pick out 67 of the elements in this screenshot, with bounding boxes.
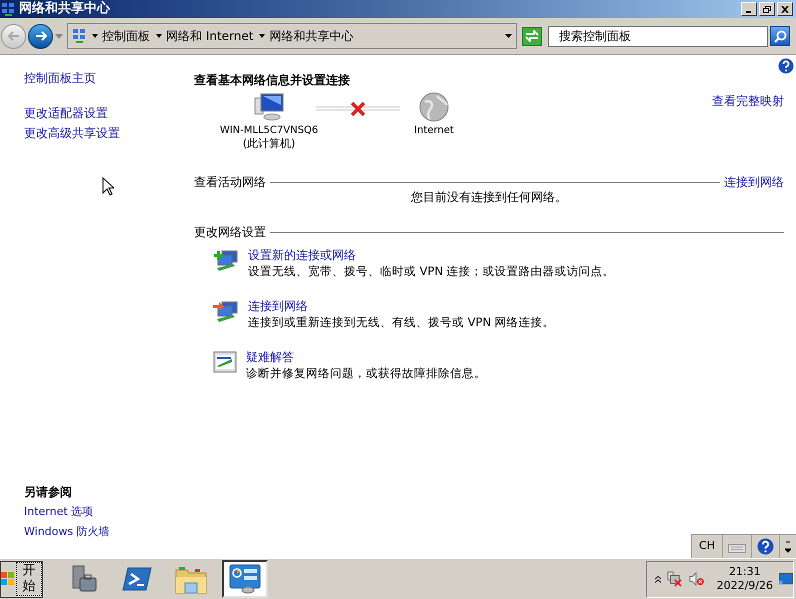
- section-title: 查看活动网络: [194, 174, 266, 191]
- forward-arrow-icon: [34, 31, 46, 41]
- taskbar-app-button[interactable]: [222, 560, 268, 598]
- help-icon[interactable]: [778, 58, 794, 74]
- expand-tray-icon[interactable]: [655, 574, 662, 584]
- folder-icon: [175, 564, 207, 594]
- search-button[interactable]: [770, 26, 790, 46]
- sidebar-link[interactable]: 更改适配器设置: [24, 103, 194, 123]
- see-also-heading: 另请参阅: [24, 484, 73, 501]
- task-description: 连接到或重新连接到无线、有线、拨号或 VPN 网络连接。: [248, 314, 555, 330]
- view-full-map-link[interactable]: 查看完整映射: [712, 92, 784, 110]
- task-description: 设置无线、宽带、拨号、临时或 VPN 连接；或设置路由器或访问点。: [248, 263, 615, 279]
- mouse-pointer-icon: [102, 177, 114, 196]
- page-heading: 查看基本网络信息并设置连接: [194, 72, 351, 88]
- address-field[interactable]: 控制面板 网络和 Internet 网络和共享中心: [67, 23, 517, 49]
- options-icon[interactable]: [785, 540, 791, 554]
- clock-time[interactable]: 21:31: [728, 565, 761, 579]
- chevron-icon[interactable]: [92, 34, 98, 38]
- chevron-icon[interactable]: [259, 34, 266, 38]
- back-arrow-icon: [8, 31, 20, 41]
- network-icon: [1, 2, 15, 16]
- forward-button[interactable]: [28, 24, 53, 48]
- show-desktop-icon[interactable]: [779, 572, 793, 586]
- network-disconnected-icon[interactable]: [667, 570, 683, 588]
- close-button[interactable]: [777, 2, 793, 16]
- search-field[interactable]: 搜索控制面板: [548, 26, 768, 46]
- chevron-icon[interactable]: [156, 34, 162, 38]
- help-icon[interactable]: [757, 538, 774, 555]
- connect-to-network-link[interactable]: 连接到网络: [724, 173, 784, 191]
- start-button[interactable]: 开始: [0, 560, 43, 598]
- see-also-link[interactable]: Windows 防火墙: [24, 522, 194, 542]
- task-link[interactable]: 疑难解答: [246, 349, 294, 365]
- computer-name: WIN-MLL5C7VNSQ6: [220, 125, 318, 137]
- control-panel-icon: [229, 564, 261, 594]
- sidebar-link[interactable]: 控制面板主页: [24, 68, 194, 88]
- search-icon: [774, 30, 786, 42]
- network-computers-icon: [213, 300, 239, 324]
- history-dropdown-icon: [55, 34, 63, 38]
- task-description: 诊断并修复网络问题，或获得故障排除信息。: [246, 365, 486, 381]
- computer-note: (此计算机): [242, 137, 296, 150]
- dropdown-icon[interactable]: [505, 34, 512, 38]
- see-also-link[interactable]: Internet 选项: [24, 502, 194, 522]
- task-link[interactable]: 设置新的连接或网络: [248, 247, 356, 263]
- close-icon: [781, 6, 789, 12]
- network-icon: [72, 28, 86, 44]
- breadcrumb-item[interactable]: 网络和共享中心: [269, 27, 354, 45]
- task-link[interactable]: 连接到网络: [248, 298, 308, 314]
- section-title: 更改网络设置: [194, 224, 266, 241]
- internet-label: Internet: [414, 125, 454, 137]
- clock-date[interactable]: 2022/9/26: [716, 579, 773, 593]
- globe-icon: [419, 92, 449, 122]
- no-network-message: 您目前没有连接到任何网络。: [411, 190, 567, 204]
- restore-icon: [763, 6, 771, 12]
- breadcrumb-item[interactable]: 网络和 Internet: [166, 27, 254, 45]
- speaker-muted-icon[interactable]: [688, 570, 705, 588]
- minimize-button[interactable]: [741, 2, 757, 16]
- restore-button[interactable]: [759, 2, 775, 16]
- sidebar-link[interactable]: 更改高级共享设置: [24, 123, 194, 143]
- windows-logo-icon: [1, 572, 15, 586]
- terminal-icon: [122, 566, 152, 592]
- window-title: 网络和共享中心: [19, 0, 110, 18]
- refresh-button[interactable]: [522, 26, 542, 46]
- network-computers-icon: [213, 249, 239, 273]
- computer-icon: [253, 92, 285, 122]
- refresh-icon: [525, 30, 539, 42]
- breadcrumb-item[interactable]: 控制面板: [102, 27, 150, 45]
- monitor-icon: [213, 351, 237, 373]
